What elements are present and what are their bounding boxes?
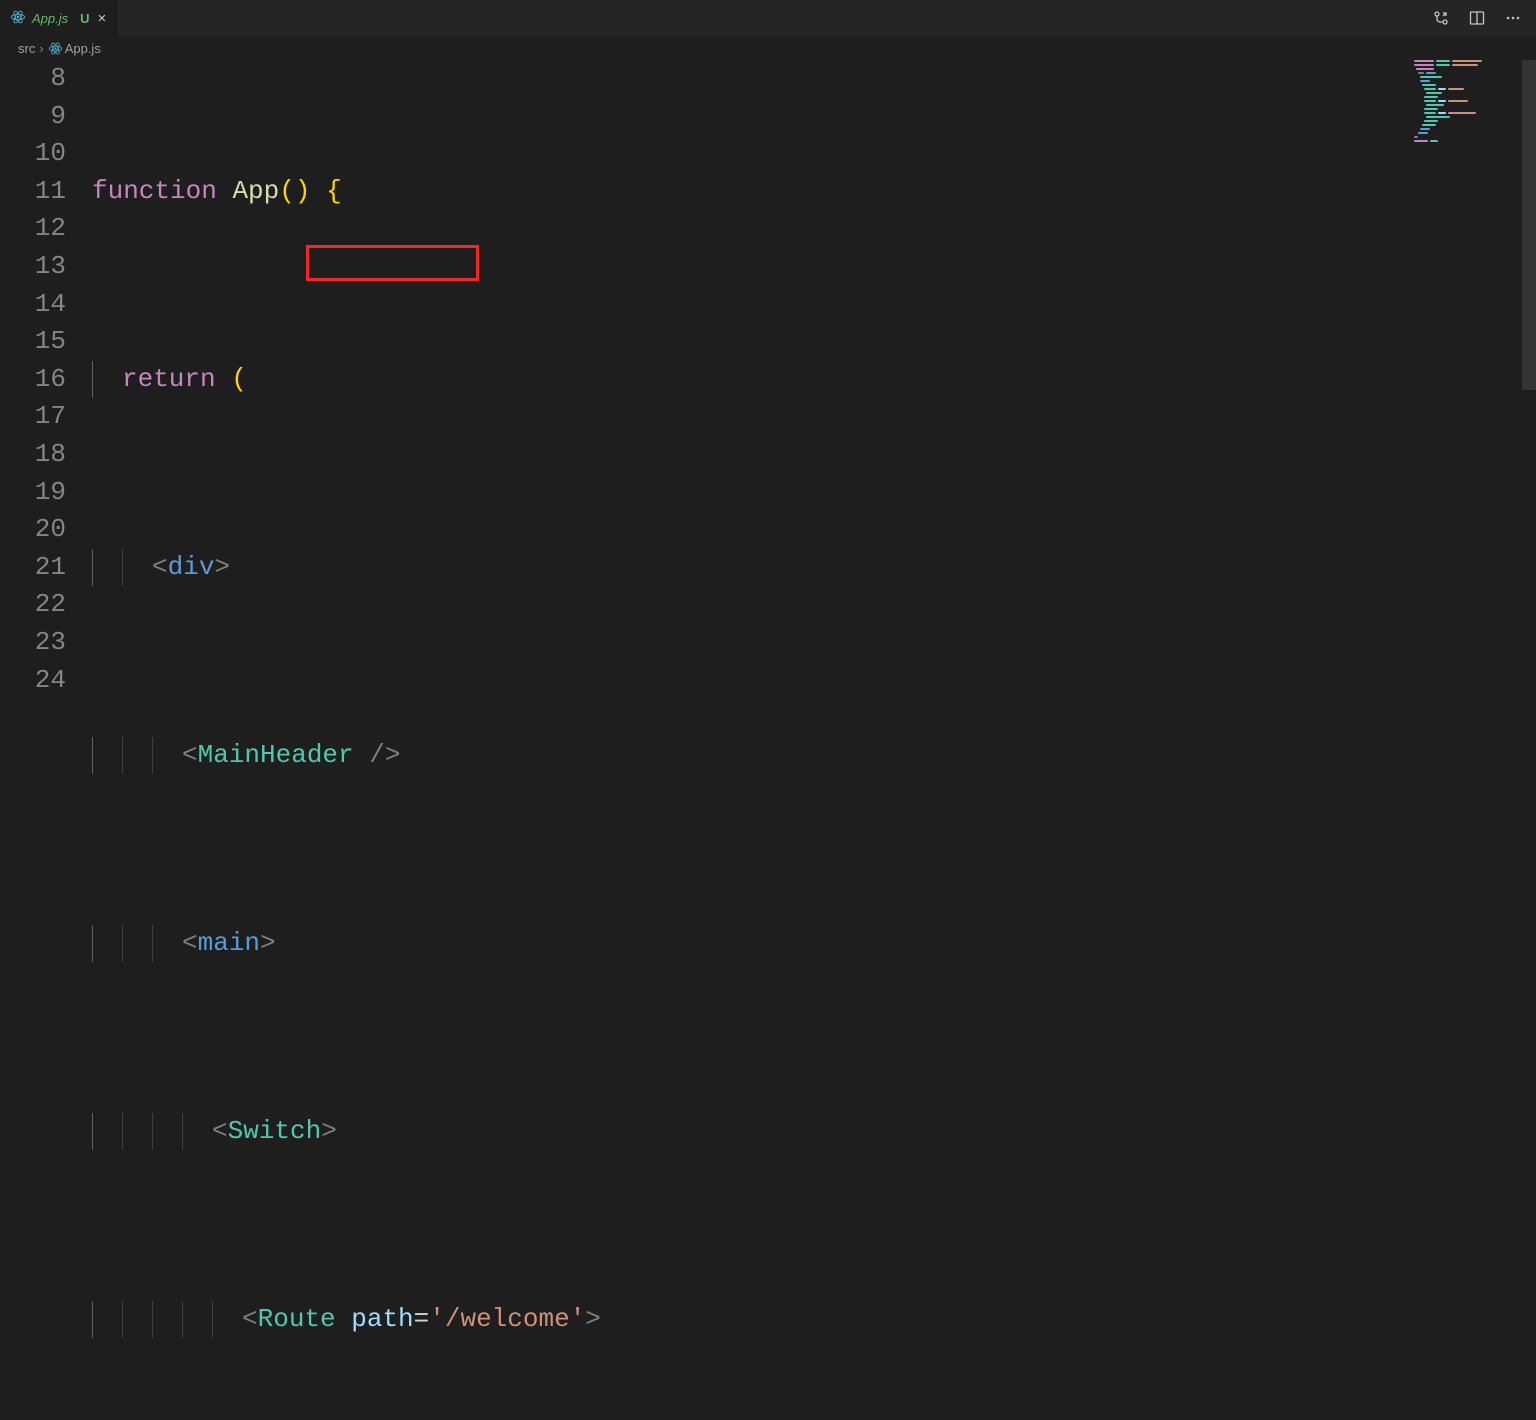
code-content[interactable]: function App() { return ( <div> <MainHea… bbox=[92, 60, 1536, 710]
tab-actions bbox=[1430, 0, 1536, 36]
line-number: 14 bbox=[0, 286, 88, 324]
jsx-component: Route bbox=[258, 1304, 336, 1334]
close-tab-button[interactable]: × bbox=[98, 10, 107, 27]
line-number: 19 bbox=[0, 474, 88, 512]
more-actions-icon[interactable] bbox=[1502, 7, 1524, 29]
jsx-element: div bbox=[168, 552, 215, 582]
keyword: return bbox=[122, 364, 216, 394]
jsx-component: MainHeader bbox=[198, 740, 354, 770]
tab-app-js[interactable]: App.js U × bbox=[0, 0, 117, 36]
vertical-scrollbar[interactable] bbox=[1522, 60, 1536, 710]
function-name: App bbox=[232, 176, 279, 206]
tab-bar: App.js U × bbox=[0, 0, 1536, 36]
line-number: 23 bbox=[0, 624, 88, 662]
jsx-component: Switch bbox=[228, 1116, 322, 1146]
keyword: function bbox=[92, 176, 217, 206]
jsx-attribute: path bbox=[351, 1304, 413, 1334]
line-number: 10 bbox=[0, 135, 88, 173]
code-editor[interactable]: 8 9 10 11 12 13 14 15 16 17 18 19 20 21 … bbox=[0, 60, 1536, 710]
line-number: 9 bbox=[0, 98, 88, 136]
git-status-badge: U bbox=[80, 11, 89, 26]
line-number: 13 bbox=[0, 248, 88, 286]
tabs-container: App.js U × bbox=[0, 0, 117, 36]
breadcrumb-folder[interactable]: src bbox=[18, 41, 35, 56]
line-number: 11 bbox=[0, 173, 88, 211]
line-number: 17 bbox=[0, 398, 88, 436]
line-number: 22 bbox=[0, 586, 88, 624]
compare-changes-icon[interactable] bbox=[1430, 7, 1452, 29]
line-number-gutter: 8 9 10 11 12 13 14 15 16 17 18 19 20 21 … bbox=[0, 60, 92, 710]
tab-filename: App.js bbox=[32, 11, 68, 26]
breadcrumb-separator: › bbox=[39, 41, 43, 56]
jsx-element: main bbox=[198, 928, 260, 958]
react-icon bbox=[48, 40, 63, 56]
line-number: 18 bbox=[0, 436, 88, 474]
line-number: 12 bbox=[0, 210, 88, 248]
split-editor-icon[interactable] bbox=[1466, 7, 1488, 29]
breadcrumb[interactable]: src › App.js bbox=[0, 36, 1536, 60]
line-number: 16 bbox=[0, 361, 88, 399]
line-number: 15 bbox=[0, 323, 88, 361]
line-number: 24 bbox=[0, 662, 88, 700]
string-literal: '/welcome' bbox=[429, 1304, 585, 1334]
breadcrumb-file[interactable]: App.js bbox=[65, 41, 101, 56]
scrollbar-thumb[interactable] bbox=[1522, 60, 1536, 390]
line-number: 20 bbox=[0, 511, 88, 549]
line-number: 8 bbox=[0, 60, 88, 98]
react-icon bbox=[10, 9, 26, 28]
line-number: 21 bbox=[0, 549, 88, 587]
